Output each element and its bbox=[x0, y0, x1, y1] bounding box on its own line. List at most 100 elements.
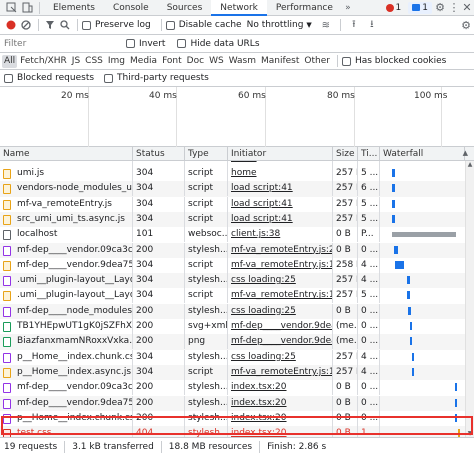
kebab-menu-icon[interactable]: ⋮ bbox=[448, 1, 460, 14]
type-filter-ws[interactable]: WS bbox=[207, 55, 226, 68]
table-row-error[interactable]: test.css 404 stylesh... index.tsx:20 0 B1 ..… bbox=[0, 426, 474, 437]
overview-timeline[interactable]: 20 ms 40 ms 60 ms 80 ms 100 ms bbox=[0, 87, 474, 147]
table-row[interactable]: mf-dep____vendor.09ca3c99...200stylesh..… bbox=[0, 380, 474, 396]
messages-badge[interactable]: 1 bbox=[408, 1, 432, 14]
table-row[interactable]: mf-dep____vendor.09ca3c99...200stylesh..… bbox=[0, 242, 474, 258]
type-filter-fetchxhr[interactable]: Fetch/XHR bbox=[18, 55, 69, 68]
cell-initiator[interactable]: css loading:25 bbox=[228, 273, 333, 289]
network-conditions-icon[interactable]: ≋ bbox=[316, 20, 336, 31]
type-filter-font[interactable]: Font bbox=[160, 55, 184, 68]
type-filter-media[interactable]: Media bbox=[128, 55, 159, 68]
import-har-icon[interactable]: ⭱ bbox=[345, 17, 363, 34]
table-row[interactable]: umi.js304scripthome257 B5 ... bbox=[0, 166, 474, 181]
cell-initiator[interactable]: index.tsx:20 bbox=[228, 380, 333, 396]
cell-initiator[interactable]: css loading:25 bbox=[228, 349, 333, 365]
cell-initiator[interactable]: mf-dep____vendor.9dea... bbox=[228, 319, 333, 334]
table-row[interactable]: mf-va_remoteEntry.js 304 script load script… bbox=[0, 196, 474, 212]
device-toggle-icon[interactable] bbox=[19, 2, 35, 13]
cell-initiator[interactable]: home bbox=[228, 166, 333, 181]
type-filter-wasm[interactable]: Wasm bbox=[227, 55, 258, 68]
table-row[interactable]: src_umi_umi_ts.async.js 304 script load scr… bbox=[0, 211, 474, 228]
table-row[interactable]: mf-dep____vendor.9dea75aa.js304scriptmf-… bbox=[0, 257, 474, 273]
table-row[interactable]: mf-dep____vendor.9dea75aa.js200stylesh..… bbox=[0, 395, 474, 411]
tab-sources[interactable]: Sources bbox=[158, 0, 212, 16]
cell-initiator[interactable]: load script:41 bbox=[228, 211, 333, 227]
table-row[interactable]: .umi__plugin-layout__Layout...304scriptm… bbox=[0, 288, 474, 304]
tab-console[interactable]: Console bbox=[104, 0, 158, 16]
column-header-status[interactable]: Status bbox=[133, 147, 185, 161]
disable-cache-checkbox[interactable] bbox=[165, 20, 175, 30]
preserve-log-checkbox[interactable] bbox=[82, 20, 91, 30]
table-row[interactable]: p__Home__index.chunk.css 200 stylesh... ind… bbox=[0, 410, 474, 426]
waterfall-bar bbox=[412, 352, 414, 361]
blocked-cookies-checkbox[interactable] bbox=[341, 56, 351, 66]
third-party-checkbox[interactable] bbox=[104, 73, 114, 83]
cell-initiator[interactable]: css loading:25 bbox=[228, 303, 333, 319]
table-row[interactable]: BiazfanxmamNRoxxVxka.png200pngmf-dep____… bbox=[0, 334, 474, 350]
type-filter-js[interactable]: JS bbox=[70, 55, 82, 68]
cell-initiator[interactable]: mf-va_remoteEntry.js:237 bbox=[228, 242, 333, 258]
search-icon[interactable] bbox=[57, 20, 73, 30]
table-row[interactable]: p__Home__index.chunk.css 304 stylesh... css… bbox=[0, 349, 474, 365]
inspect-icon[interactable] bbox=[3, 2, 19, 13]
throttling-select[interactable]: No throttling ▼ bbox=[247, 20, 312, 30]
table-scrollbar[interactable]: ▲ ▼ bbox=[465, 161, 474, 437]
type-filter-doc[interactable]: Doc bbox=[185, 55, 206, 68]
blocked-requests-checkbox[interactable] bbox=[4, 73, 13, 83]
table-row[interactable]: .umi__plugin-layout__Layout...304stylesh… bbox=[0, 273, 474, 289]
cell-initiator[interactable]: mf-dep____vendor.9dea... bbox=[228, 334, 333, 350]
scroll-down-icon[interactable]: ▼ bbox=[466, 430, 474, 437]
type-filter-other[interactable]: Other bbox=[302, 55, 332, 68]
column-header-size[interactable]: Size bbox=[333, 147, 358, 161]
column-header-waterfall[interactable]: Waterfall bbox=[380, 147, 465, 161]
js-file-icon bbox=[3, 169, 11, 179]
cell-initiator[interactable]: index.tsx:20 bbox=[228, 410, 333, 426]
cell-initiator[interactable]: load script:41 bbox=[228, 181, 333, 197]
table-row[interactable]: p__Home__index.async.js 304 script mf-va_re… bbox=[0, 364, 474, 381]
filter-input[interactable] bbox=[4, 37, 120, 50]
cell-type: script bbox=[185, 211, 228, 227]
tab-performance[interactable]: Performance bbox=[267, 0, 342, 16]
tab-elements[interactable]: Elements bbox=[44, 0, 104, 16]
network-settings-icon[interactable]: ⚙ bbox=[458, 19, 474, 32]
column-header-name[interactable]: Name bbox=[0, 147, 133, 161]
tab-network[interactable]: Network bbox=[211, 0, 267, 16]
close-icon[interactable]: ✕ bbox=[460, 1, 474, 14]
column-header-ti[interactable]: Ti... bbox=[358, 147, 380, 161]
export-har-icon[interactable]: ⭳ bbox=[363, 17, 381, 34]
type-filter-all[interactable]: All bbox=[2, 54, 18, 68]
table-row[interactable]: TB1YHEpwUT1gK0jSZFhXXaAJ...200svg+xmlmf-… bbox=[0, 319, 474, 334]
cell-initiator[interactable]: mf-va_remoteEntry.js:182 bbox=[228, 364, 333, 380]
table-row[interactable]: vendors-node_modules_umi...304scriptload… bbox=[0, 181, 474, 197]
table-row[interactable]: localhost 101 websoc... client.js:38 0 B P... bbox=[0, 227, 474, 243]
column-header-type[interactable]: Type bbox=[185, 147, 228, 161]
column-header-initiator[interactable]: Initiator bbox=[228, 147, 333, 161]
cell-name: umi.js bbox=[14, 166, 133, 181]
record-icon[interactable] bbox=[4, 20, 18, 30]
table-row[interactable]: mf-dep____node_modules_um...200stylesh..… bbox=[0, 303, 474, 319]
error-icon bbox=[385, 3, 394, 12]
cell-initiator[interactable]: index.tsx:20 bbox=[228, 426, 333, 437]
type-filter-img[interactable]: Img bbox=[106, 55, 127, 68]
errors-badge[interactable]: 1 bbox=[382, 2, 406, 14]
filter-icon[interactable] bbox=[43, 20, 57, 30]
cell-initiator[interactable]: mf-va_remoteEntry.js:182 bbox=[228, 288, 333, 304]
cell-type: stylesh... bbox=[185, 380, 228, 396]
websocket-file-icon bbox=[3, 230, 11, 241]
invert-checkbox[interactable] bbox=[126, 39, 135, 48]
more-tabs-icon[interactable]: » bbox=[342, 3, 354, 13]
cell-size: 0 B bbox=[333, 426, 358, 437]
sort-caret-icon[interactable]: ▲ bbox=[463, 149, 468, 157]
settings-icon[interactable]: ⚙ bbox=[432, 1, 448, 14]
hide-data-urls-checkbox[interactable] bbox=[177, 39, 187, 48]
cell-initiator[interactable]: client.js:38 bbox=[228, 227, 333, 243]
cell-initiator[interactable]: index.tsx:20 bbox=[228, 395, 333, 411]
type-filter-manifest[interactable]: Manifest bbox=[259, 55, 301, 68]
cell-size: 257 B bbox=[333, 181, 358, 197]
cell-initiator[interactable]: load script:41 bbox=[228, 196, 333, 212]
cell-waterfall bbox=[380, 365, 465, 380]
clear-icon[interactable] bbox=[18, 20, 34, 30]
cell-initiator[interactable]: mf-va_remoteEntry.js:182 bbox=[228, 257, 333, 273]
scroll-up-icon[interactable]: ▲ bbox=[466, 161, 474, 168]
type-filter-css[interactable]: CSS bbox=[83, 55, 105, 68]
